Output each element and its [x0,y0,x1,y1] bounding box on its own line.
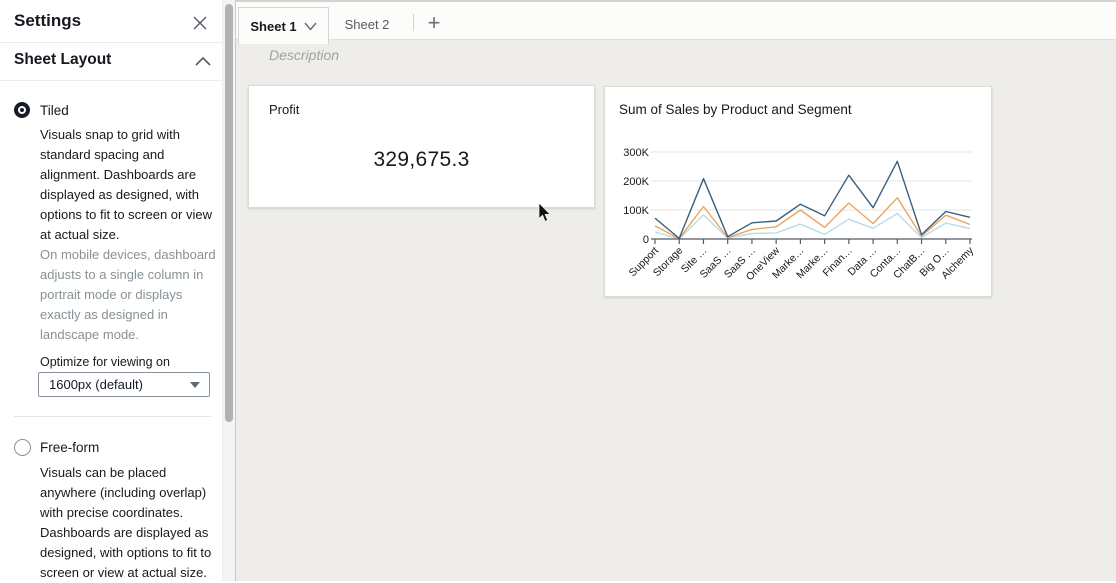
optimize-viewing-label: Optimize for viewing on [40,355,170,369]
close-icon[interactable] [191,14,209,32]
tiled-radio[interactable] [14,102,30,118]
settings-panel-title: Settings [14,11,81,31]
svg-text:0: 0 [643,234,649,246]
freeform-radio[interactable] [14,439,31,456]
freeform-radio-label[interactable]: Free-form [40,440,99,455]
tab-sheet-2[interactable]: Sheet 2 [328,9,406,39]
sheet-tab-bar: Sheet 1 Sheet 2 + [236,2,1116,40]
quicksight-app: Settings Sheet Layout Tiled Visuals snap… [0,0,1116,581]
settings-panel: Settings Sheet Layout Tiled Visuals snap… [0,0,222,581]
kpi-value: 329,675.3 [249,148,594,172]
svg-text:200K: 200K [623,176,649,188]
divider [14,416,211,417]
add-sheet-button[interactable]: + [419,8,449,38]
tiled-radio-label[interactable]: Tiled [40,103,69,118]
kpi-title: Profit [269,102,299,117]
optimize-viewing-select[interactable]: 1600px (default) [38,372,210,397]
sheet-layout-section-title: Sheet Layout [14,51,111,69]
sales-chart: 0100K200K300KSupportStorageSite …SaaS …S… [605,87,991,296]
sheet-canvas: Sheet 1 Sheet 2 + Description Profit 329… [235,0,1116,581]
chevron-down-icon[interactable] [304,22,317,31]
divider [0,42,222,43]
tiled-description-secondary: On mobile devices, dashboard adjusts to … [40,245,220,345]
divider [413,14,414,31]
tab-sheet-2-label: Sheet 2 [345,17,390,32]
sidebar-scrollbar-track[interactable] [222,0,235,581]
profit-kpi-visual[interactable]: Profit 329,675.3 [248,85,595,208]
sheet-description-input[interactable]: Description [269,47,339,63]
sales-line-chart-visual[interactable]: Sum of Sales by Product and Segment 0100… [604,86,992,297]
sidebar-scrollbar-thumb[interactable] [225,4,233,422]
tiled-description-primary: Visuals snap to grid with standard spaci… [40,125,220,245]
tab-sheet-1[interactable]: Sheet 1 [238,7,329,44]
tab-sheet-1-label: Sheet 1 [250,19,296,34]
divider [0,80,222,81]
optimize-viewing-value: 1600px (default) [39,377,190,392]
svg-text:300K: 300K [623,147,649,159]
freeform-description: Visuals can be placed anywhere (includin… [40,463,220,583]
chevron-up-icon[interactable] [194,55,212,69]
svg-text:100K: 100K [623,205,649,217]
caret-down-icon [190,382,200,388]
